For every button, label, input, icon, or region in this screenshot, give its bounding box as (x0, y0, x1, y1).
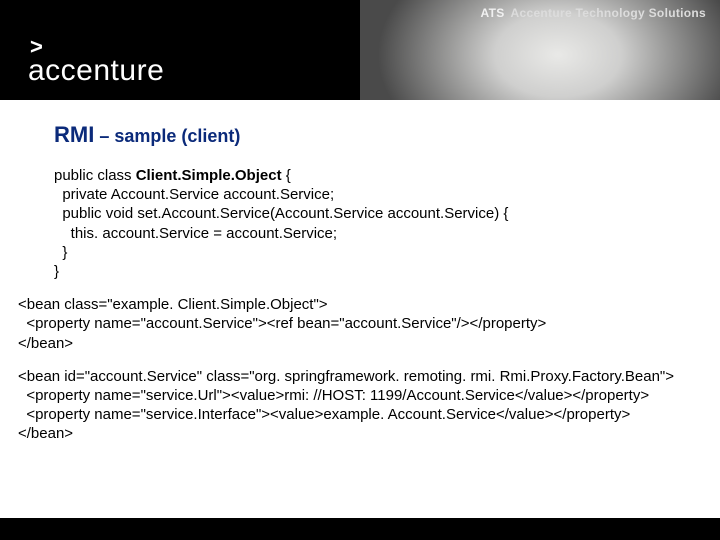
slide-footer-bar (0, 518, 720, 540)
slide-title: RMI – sample (client) (54, 122, 720, 148)
xml-line: <bean id="account.Service" class="org. s… (18, 368, 674, 385)
code-line: public class (54, 167, 136, 184)
title-rest: – sample (client) (94, 126, 240, 146)
slide-header: ATS Accenture Technology Solutions > acce… (0, 0, 720, 100)
ats-badge: ATS Accenture Technology Solutions (481, 6, 706, 20)
accenture-logo: > accenture (28, 36, 164, 86)
xml-bean-service: <bean id="account.Service" class="org. s… (18, 367, 702, 444)
code-line: } (54, 263, 59, 280)
xml-bean-client: <bean class="example. Client.Simple.Obje… (18, 295, 702, 353)
code-line: private Account.Service account.Service; (54, 186, 334, 203)
logo-wordmark: accenture (28, 56, 164, 86)
xml-line: </bean> (18, 425, 73, 442)
code-classname: Client.Simple.Object (136, 167, 282, 184)
code-line: } (54, 244, 67, 261)
xml-line: <property name="account.Service"><ref be… (18, 315, 546, 332)
xml-line: <property name="service.Url"><value>rmi:… (18, 387, 649, 404)
xml-line: </bean> (18, 335, 73, 352)
code-line: public void set.Account.Service(Account.… (54, 205, 508, 222)
xml-line: <property name="service.Interface"><valu… (18, 406, 630, 423)
code-line: { (282, 167, 291, 184)
ats-text: Accenture Technology Solutions (511, 6, 706, 20)
ats-abbr: ATS (481, 6, 505, 20)
title-strong: RMI (54, 122, 94, 147)
xml-line: <bean class="example. Client.Simple.Obje… (18, 296, 328, 313)
code-line: this. account.Service = account.Service; (54, 225, 337, 242)
java-code-block: public class Client.Simple.Object { priv… (54, 166, 702, 281)
